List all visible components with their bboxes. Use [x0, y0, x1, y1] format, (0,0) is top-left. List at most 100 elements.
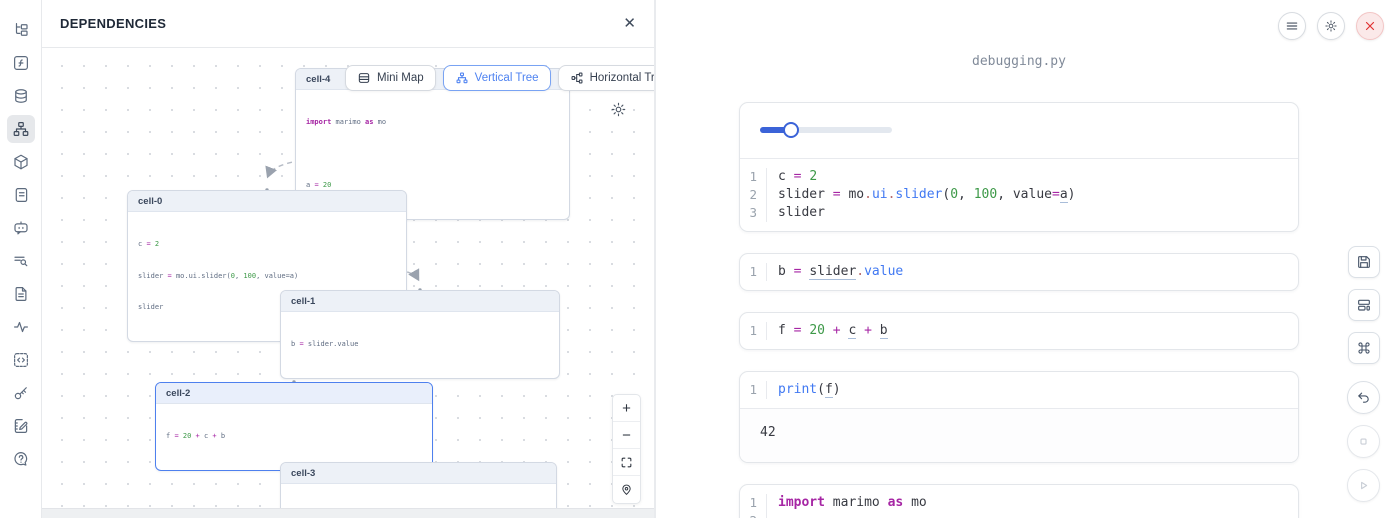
node-title: cell-2 [156, 383, 432, 404]
code-line[interactable]: f = 20 + c + b [767, 322, 888, 340]
list-search-icon[interactable] [7, 247, 35, 275]
fit-view-icon [620, 456, 633, 469]
code-editor: 1import marimo as mo 2 [740, 485, 1298, 518]
hamburger-menu-icon [1285, 19, 1299, 33]
node-code-line: f = 20 + c + b [166, 431, 422, 442]
slider-widget[interactable] [760, 122, 892, 138]
dependencies-header: DEPENDENCIES ✕ [42, 0, 654, 48]
notebook-cell-f: 1f = 20 + c + b [739, 312, 1299, 350]
fit-view-button[interactable] [613, 449, 640, 476]
layout-icon [1356, 297, 1372, 313]
database-icon[interactable] [7, 82, 35, 110]
notebook-filename: debugging.py [739, 54, 1299, 69]
node-code-line: import marimo as mo [306, 117, 559, 128]
app: DEPENDENCIES ✕ [0, 0, 1400, 518]
notebook-cell-import: 1import marimo as mo 2 [739, 484, 1299, 518]
zoom-out-button[interactable]: − [613, 422, 640, 449]
play-icon [1356, 478, 1371, 493]
graph-scrollbar-track[interactable] [42, 508, 654, 518]
settings-button[interactable] [1317, 12, 1345, 40]
functions-icon[interactable] [7, 49, 35, 77]
code-editor: 1f = 20 + c + b [740, 313, 1298, 349]
line-number: 1 [740, 322, 767, 340]
line-number: 2 [740, 186, 767, 204]
help-icon[interactable] [7, 445, 35, 473]
gear-icon [610, 101, 627, 118]
notebook-main: debugging.py 1c = 2 2slider = mo.ui.slid… [656, 0, 1400, 518]
zoom-in-button[interactable]: + [613, 395, 640, 422]
code-square-icon[interactable] [7, 346, 35, 374]
graph-settings-button[interactable] [610, 101, 627, 123]
code-line[interactable] [767, 512, 786, 518]
top-actions [1278, 12, 1384, 40]
line-number: 3 [740, 204, 767, 222]
layout-button[interactable] [1348, 289, 1380, 321]
node-code-line: a = 20 [306, 180, 559, 191]
slider-thumb[interactable] [783, 122, 799, 138]
notebook-cell-b: 1b = slider.value [739, 253, 1299, 291]
map-pin-icon [620, 483, 633, 496]
save-icon [1356, 254, 1372, 270]
dependencies-panel: DEPENDENCIES ✕ [42, 0, 656, 518]
file-text-icon[interactable] [7, 280, 35, 308]
dependency-graph-icon[interactable] [7, 115, 35, 143]
notebook-cell-slider: 1c = 2 2slider = mo.ui.slider(0, 100, va… [739, 102, 1299, 232]
keyboard-shortcuts-button[interactable] [1348, 332, 1380, 364]
menu-button[interactable] [1278, 12, 1306, 40]
code-line[interactable]: c = 2 [767, 168, 817, 186]
stop-button[interactable] [1347, 425, 1380, 458]
graph-node-cell-2[interactable]: cell-2 f = 20 + c + b [155, 382, 433, 471]
file-tree-icon[interactable] [7, 16, 35, 44]
close-icon [1363, 19, 1377, 33]
graph-node-cell-1[interactable]: cell-1 b = slider.value [280, 290, 560, 379]
line-number: 1 [740, 263, 767, 281]
package-icon[interactable] [7, 148, 35, 176]
code-line[interactable]: b = slider.value [767, 263, 903, 281]
code-line[interactable]: slider = mo.ui.slider(0, 100, value=a) [767, 186, 1075, 204]
activity-tracing-icon[interactable] [7, 313, 35, 341]
graph-view-toolbar: Mini Map Vertical Tree Horizontal Tree [345, 65, 654, 91]
line-number: 1 [740, 494, 767, 512]
chat-bot-icon[interactable] [7, 214, 35, 242]
horizontal-tree-button[interactable]: Horizontal Tree [558, 65, 654, 91]
code-line[interactable]: print(f) [767, 381, 841, 399]
documentation-scroll-icon[interactable] [7, 181, 35, 209]
node-title: cell-3 [281, 463, 556, 484]
mini-map-icon [357, 71, 371, 85]
line-number: 2 [740, 512, 767, 518]
mini-map-button[interactable]: Mini Map [345, 65, 436, 91]
close-panel-icon[interactable]: ✕ [623, 16, 636, 31]
gear-icon [1324, 19, 1338, 33]
cell-output-area [740, 103, 1298, 158]
save-button[interactable] [1348, 246, 1380, 278]
code-editor: 1c = 2 2slider = mo.ui.slider(0, 100, va… [740, 158, 1298, 231]
activity-bar [0, 0, 42, 518]
vertical-tree-button[interactable]: Vertical Tree [443, 65, 551, 91]
node-code-line [306, 149, 559, 160]
code-line[interactable]: slider [767, 204, 825, 222]
side-tool-column [1347, 246, 1380, 502]
dependencies-title: DEPENDENCIES [60, 16, 166, 31]
code-line[interactable]: import marimo as mo [767, 494, 927, 512]
notebook-pen-icon[interactable] [7, 412, 35, 440]
notebook-content: debugging.py 1c = 2 2slider = mo.ui.slid… [739, 0, 1299, 518]
undo-icon [1356, 390, 1371, 405]
dependency-graph-canvas[interactable]: cell-4 import marimo as mo a = 20 cell-0… [42, 48, 654, 508]
notebook-cell-print: 1print(f) 42 [739, 371, 1299, 463]
line-number: 1 [740, 168, 767, 186]
node-title: cell-0 [128, 191, 406, 212]
horizontal-tree-icon [570, 71, 584, 85]
node-code-line: b = slider.value [291, 339, 549, 350]
stop-icon [1356, 434, 1371, 449]
graph-node-cell-3[interactable]: cell-3 print(f) [280, 462, 557, 508]
undo-button[interactable] [1347, 381, 1380, 414]
vertical-tree-icon [455, 71, 469, 85]
run-button[interactable] [1347, 469, 1380, 502]
node-code-line: c = 2 [138, 239, 396, 250]
shutdown-button[interactable] [1356, 12, 1384, 40]
command-icon [1356, 340, 1372, 356]
node-title: cell-1 [281, 291, 559, 312]
locate-button[interactable] [613, 476, 640, 503]
graph-zoom-controls: + − [612, 394, 641, 504]
secrets-key-icon[interactable] [7, 379, 35, 407]
